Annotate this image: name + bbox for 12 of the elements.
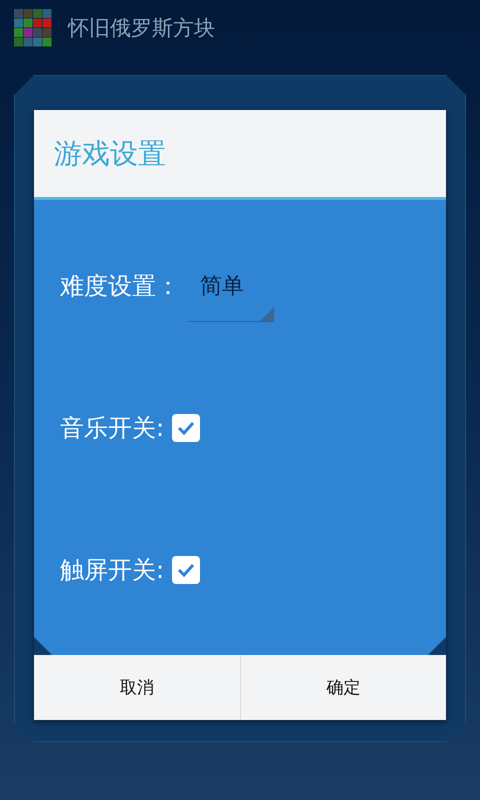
checkbox[interactable] bbox=[172, 414, 200, 442]
caret-icon bbox=[260, 307, 274, 321]
dialog-title: 游戏设置 bbox=[54, 136, 166, 172]
checkmark-icon bbox=[177, 421, 196, 435]
difficulty-dropdown[interactable]: 简单 bbox=[188, 270, 274, 322]
setting-label: 难度设置： bbox=[60, 271, 180, 302]
app-title: 怀旧俄罗斯方块 bbox=[68, 14, 215, 42]
app-icon bbox=[14, 8, 52, 46]
setting-label: 触屏开关: bbox=[60, 555, 164, 586]
checkmark-icon bbox=[177, 563, 196, 577]
checkbox[interactable] bbox=[172, 556, 200, 584]
setting-label: 音乐开关: bbox=[60, 413, 164, 444]
